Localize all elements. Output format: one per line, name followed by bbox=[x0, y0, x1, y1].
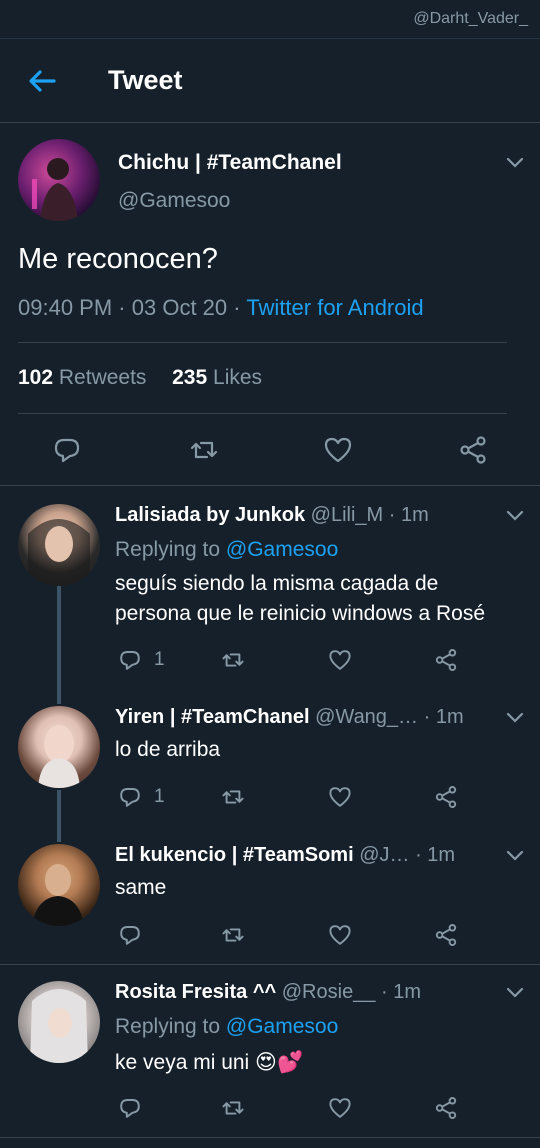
likes-stat[interactable]: 235 Likes bbox=[172, 366, 262, 389]
share-icon[interactable] bbox=[434, 784, 458, 810]
reply-tweet[interactable]: Rosita Fresita ^^ @Rosie__ · 1m Replying… bbox=[0, 965, 540, 1137]
reply-button[interactable] bbox=[118, 922, 154, 948]
author-handle[interactable]: @Gamesoo bbox=[118, 189, 230, 213]
likes-label: Likes bbox=[213, 366, 263, 389]
reply-count: 1 bbox=[154, 649, 165, 670]
retweet-icon[interactable] bbox=[221, 1095, 245, 1121]
page-title: Tweet bbox=[108, 65, 183, 95]
tweet-time: 09:40 PM bbox=[18, 295, 113, 320]
reply-icon bbox=[120, 788, 140, 807]
reply-time: · 1m bbox=[415, 844, 456, 866]
reply-author-handle[interactable]: @Wang_… bbox=[315, 706, 418, 728]
reply-tweet[interactable]: El kukencio | #TeamSomi @J… · 1m same bbox=[0, 836, 540, 964]
reply-button[interactable]: 1 bbox=[118, 647, 165, 673]
chevron-down-icon[interactable] bbox=[505, 508, 525, 522]
reply-text: lo de arriba bbox=[115, 738, 221, 761]
reply-tweet[interactable]: Yiren | #TeamChanel @Wang_… · 1m lo de a… bbox=[0, 698, 540, 836]
chevron-down-icon[interactable] bbox=[505, 155, 525, 169]
reply-author-name[interactable]: Lalisiada by Junkok bbox=[115, 504, 305, 526]
like-heart-icon[interactable] bbox=[328, 784, 352, 810]
likes-count: 235 bbox=[172, 366, 208, 389]
retweet-icon[interactable] bbox=[221, 784, 245, 810]
meta-separator: · bbox=[118, 295, 132, 320]
divider bbox=[18, 342, 507, 343]
replying-to-link[interactable]: @Gamesoo bbox=[226, 538, 338, 561]
reply-time: · 1m bbox=[423, 706, 464, 728]
avatar[interactable] bbox=[18, 706, 100, 788]
reply-text-line: seguís siendo la misma cagada de bbox=[115, 572, 439, 595]
reply-author-name[interactable]: El kukencio | #TeamSomi bbox=[115, 844, 354, 866]
reply-button[interactable]: 1 bbox=[118, 784, 165, 810]
replying-prefix: Replying to bbox=[115, 538, 221, 561]
chevron-down-icon[interactable] bbox=[505, 848, 525, 862]
reply-icon bbox=[120, 1099, 140, 1118]
retweets-stat[interactable]: 102 Retweets bbox=[18, 366, 146, 389]
main-tweet: Chichu | #TeamChanel @Gamesoo Me reconoc… bbox=[0, 123, 540, 486]
share-icon[interactable] bbox=[458, 435, 488, 465]
share-icon[interactable] bbox=[434, 1095, 458, 1121]
tweet-meta: 09:40 PM · 03 Oct 20 · Twitter for Andro… bbox=[18, 295, 424, 321]
like-heart-icon[interactable] bbox=[328, 1095, 352, 1121]
meta-separator: · bbox=[233, 295, 247, 320]
avatar[interactable] bbox=[18, 844, 100, 926]
reply-button[interactable] bbox=[118, 1095, 154, 1121]
reply-time: · 1m bbox=[388, 504, 429, 526]
reply-author-name[interactable]: Yiren | #TeamChanel bbox=[115, 706, 310, 728]
avatar[interactable] bbox=[18, 504, 100, 586]
tweet-stats: 102 Retweets 235 Likes bbox=[18, 366, 262, 390]
avatar[interactable] bbox=[18, 981, 100, 1063]
replying-prefix: Replying to bbox=[115, 1015, 221, 1038]
reply-author-handle[interactable]: @J… bbox=[359, 844, 409, 866]
top-bar: Tweet bbox=[0, 38, 540, 123]
tweet-text: Me reconocen? bbox=[18, 243, 218, 275]
replying-to: Replying to @Gamesoo bbox=[115, 1015, 338, 1039]
reply-header: El kukencio | #TeamSomi @J… · 1m bbox=[115, 844, 455, 867]
retweet-icon[interactable] bbox=[189, 435, 219, 465]
divider bbox=[0, 1137, 540, 1138]
reply-header: Yiren | #TeamChanel @Wang_… · 1m bbox=[115, 706, 464, 729]
reply-icon[interactable] bbox=[52, 435, 82, 465]
avatar[interactable] bbox=[18, 139, 100, 221]
back-arrow-icon[interactable] bbox=[24, 63, 60, 99]
reply-author-name[interactable]: Rosita Fresita ^^ bbox=[115, 981, 276, 1003]
like-heart-icon[interactable] bbox=[323, 435, 353, 465]
watermark-text: @Darht_Vader_ bbox=[413, 10, 528, 27]
replying-to: Replying to @Gamesoo bbox=[115, 538, 338, 562]
reply-icon bbox=[120, 651, 140, 670]
retweet-icon[interactable] bbox=[221, 647, 245, 673]
reply-author-handle[interactable]: @Rosie__ bbox=[282, 981, 376, 1003]
author-name[interactable]: Chichu | #TeamChanel bbox=[118, 151, 342, 175]
replying-to-link[interactable]: @Gamesoo bbox=[226, 1015, 338, 1038]
reply-tweet[interactable]: Lalisiada by Junkok @Lili_M · 1m Replyin… bbox=[0, 486, 540, 698]
retweet-icon[interactable] bbox=[221, 922, 245, 948]
tweet-date: 03 Oct 20 bbox=[131, 295, 228, 320]
tweet-source-link[interactable]: Twitter for Android bbox=[246, 295, 423, 320]
divider bbox=[18, 413, 507, 414]
share-icon[interactable] bbox=[434, 647, 458, 673]
reply-text: ke veya mi uni 😍💕 bbox=[115, 1051, 304, 1074]
chevron-down-icon[interactable] bbox=[505, 710, 525, 724]
retweets-count: 102 bbox=[18, 366, 54, 389]
like-heart-icon[interactable] bbox=[328, 922, 352, 948]
reply-count: 1 bbox=[154, 786, 165, 807]
reply-text: same bbox=[115, 876, 167, 899]
like-heart-icon[interactable] bbox=[328, 647, 352, 673]
reply-icon bbox=[120, 926, 140, 945]
retweets-label: Retweets bbox=[58, 366, 147, 389]
reply-time: · 1m bbox=[381, 981, 421, 1003]
reply-header: Rosita Fresita ^^ @Rosie__ · 1m bbox=[115, 981, 421, 1004]
reply-header: Lalisiada by Junkok @Lili_M · 1m bbox=[115, 504, 429, 527]
reply-author-handle[interactable]: @Lili_M bbox=[311, 504, 384, 526]
chevron-down-icon[interactable] bbox=[505, 985, 525, 999]
share-icon[interactable] bbox=[434, 922, 458, 948]
reply-text-line: persona que le reinicio windows a Rosé bbox=[115, 602, 486, 625]
